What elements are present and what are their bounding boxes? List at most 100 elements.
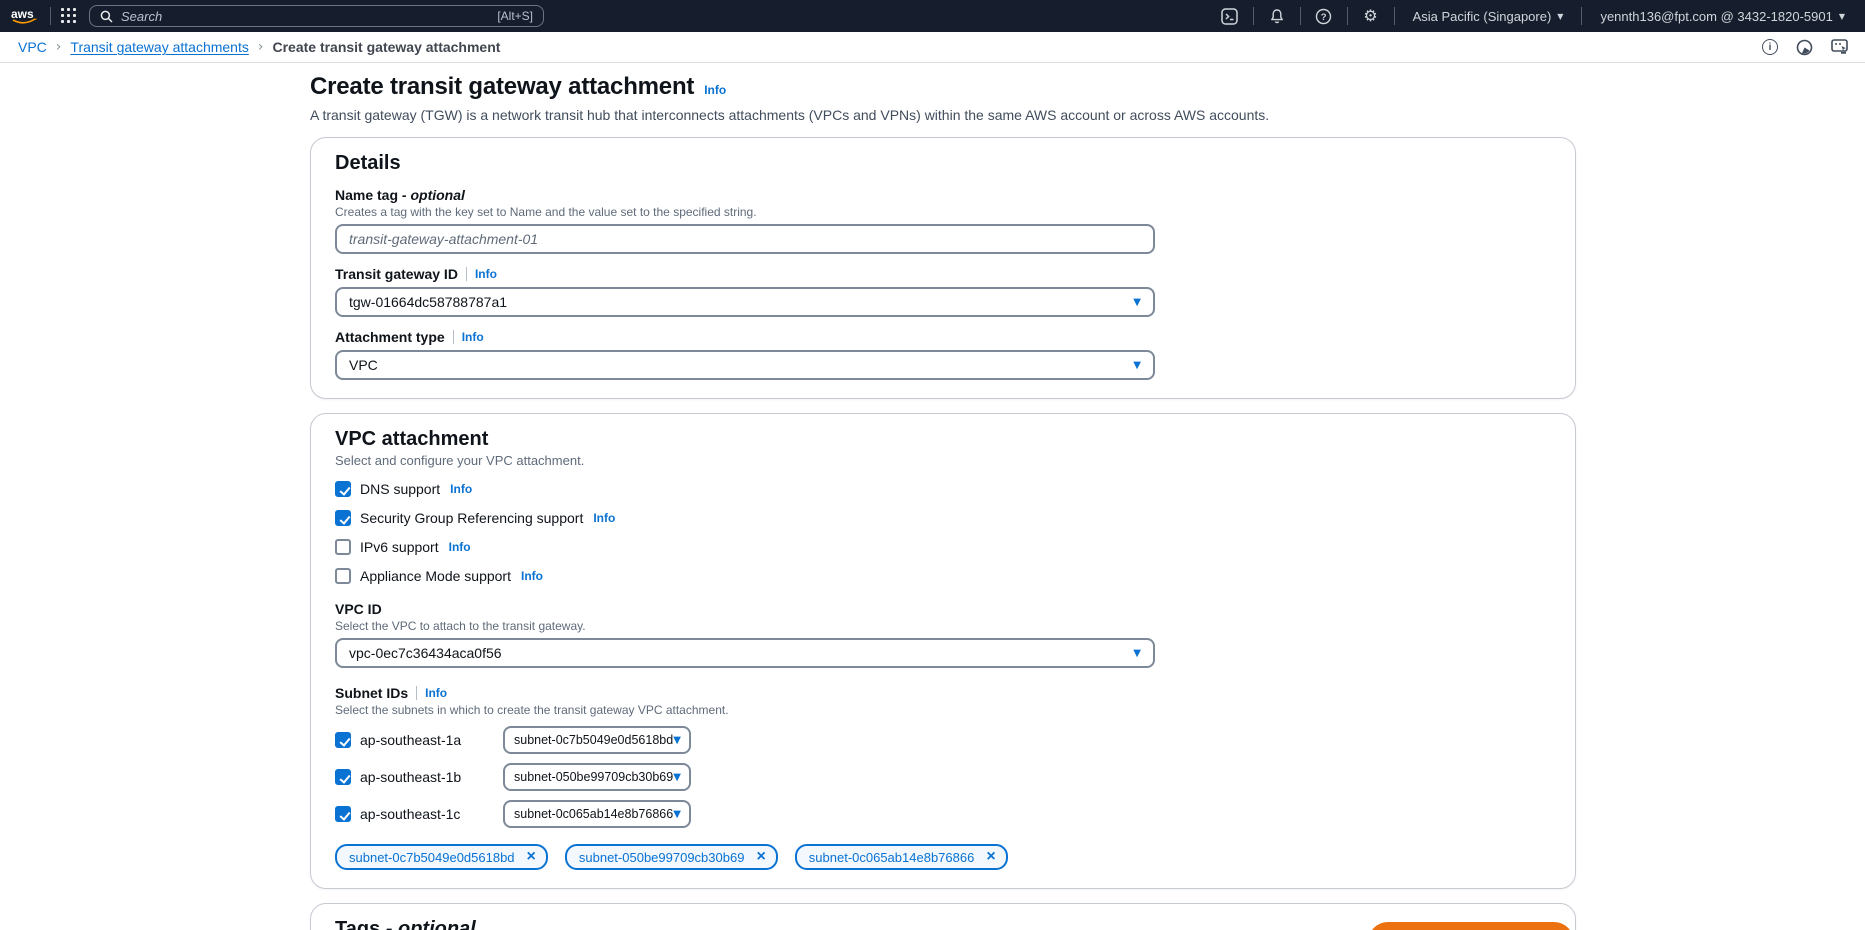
transit-gateway-id-group: Transit gateway ID Info tgw-01664dc58788… (335, 266, 1551, 317)
account-label: yennth136@fpt.com @ 3432-1820-5901 (1600, 9, 1832, 24)
vpc-id-label: VPC ID (335, 601, 382, 617)
divider (1581, 7, 1582, 25)
page-description: A transit gateway (TGW) is a network tra… (310, 107, 1576, 123)
subnet-ids-group: Subnet IDs Info Select the subnets in wh… (335, 685, 1551, 870)
appliance-mode-checkbox[interactable] (335, 568, 351, 584)
tags-heading: Tags - optional (335, 918, 1551, 930)
cloudshell-icon[interactable] (1217, 4, 1243, 28)
attachment-type-value: VPC (349, 357, 378, 373)
subnet-1c-value: subnet-0c065ab14e8b76866 (514, 807, 673, 821)
az-1b-label: ap-southeast-1b (360, 769, 503, 785)
info-circle-icon[interactable]: i (1762, 39, 1778, 55)
vpc-attachment-heading: VPC attachment (335, 428, 1551, 451)
divider (453, 330, 454, 344)
page-title: Create transit gateway attachment (310, 73, 694, 101)
vpc-attachment-card: VPC attachment Select and configure your… (310, 413, 1576, 889)
transit-gateway-id-info-link[interactable]: Info (475, 267, 497, 281)
remove-chip-icon[interactable]: × (986, 849, 995, 865)
subnet-1b-select[interactable]: subnet-050be99709cb30b69 ▼ (503, 763, 691, 791)
chevron-right-icon: › (56, 39, 62, 55)
subnet-chip-label: subnet-050be99709cb30b69 (579, 850, 745, 865)
attachment-type-label: Attachment type (335, 329, 445, 345)
az-1a-checkbox[interactable] (335, 732, 351, 748)
vpc-id-description: Select the VPC to attach to the transit … (335, 619, 1551, 633)
status-circle-icon[interactable] (1796, 39, 1813, 56)
notifications-bell-icon[interactable] (1264, 4, 1290, 28)
subnet-1a-value: subnet-0c7b5049e0d5618bd (514, 733, 673, 747)
subnet-row-1b: ap-southeast-1b subnet-050be99709cb30b69… (335, 763, 1551, 791)
az-1c-checkbox[interactable] (335, 806, 351, 822)
top-navigation-bar: aws [Alt+S] ? ⚙ Asia Pacific (S (0, 0, 1865, 32)
remove-chip-icon[interactable]: × (756, 849, 765, 865)
az-1b-checkbox[interactable] (335, 769, 351, 785)
aws-logo-icon: aws (10, 6, 40, 26)
name-tag-group: Name tag - optional Creates a tag with t… (335, 187, 1551, 254)
name-tag-label: Name tag - optional (335, 187, 465, 203)
chevron-down-icon: ▼ (1133, 297, 1141, 308)
subnet-chip-label: subnet-0c065ab14e8b76866 (809, 850, 975, 865)
ipv6-support-row: IPv6 support Info (335, 539, 1551, 555)
subnet-chip: subnet-0c7b5049e0d5618bd × (335, 844, 548, 870)
subnet-ids-label: Subnet IDs (335, 685, 408, 701)
services-grid-icon[interactable] (61, 8, 77, 24)
vpc-id-select[interactable]: vpc-0ec7c36434aca0f56 ▼ (335, 638, 1155, 668)
vpc-id-group: VPC ID Select the VPC to attach to the t… (335, 601, 1551, 668)
dns-support-checkbox[interactable] (335, 481, 351, 497)
sg-referencing-row: Security Group Referencing support Info (335, 510, 1551, 526)
dns-support-label: DNS support (360, 481, 440, 497)
help-icon[interactable]: ? (1311, 4, 1337, 28)
page-title-info-link[interactable]: Info (704, 83, 726, 97)
global-search[interactable]: [Alt+S] (89, 5, 544, 27)
ipv6-support-info-link[interactable]: Info (449, 540, 471, 554)
chevron-down-icon: ▼ (673, 735, 681, 746)
divider (1347, 7, 1348, 25)
appliance-mode-row: Appliance Mode support Info (335, 568, 1551, 584)
sg-referencing-checkbox[interactable] (335, 510, 351, 526)
sg-referencing-info-link[interactable]: Info (593, 511, 615, 525)
create-button[interactable] (1368, 922, 1574, 930)
transit-gateway-id-select[interactable]: tgw-01664dc58788787a1 ▼ (335, 287, 1155, 317)
search-input[interactable] (121, 9, 497, 24)
sg-referencing-label: Security Group Referencing support (360, 510, 583, 526)
dns-support-row: DNS support Info (335, 481, 1551, 497)
subnet-chip: subnet-050be99709cb30b69 × (565, 844, 778, 870)
subnet-ids-info-link[interactable]: Info (425, 686, 447, 700)
subnet-1c-select[interactable]: subnet-0c065ab14e8b76866 ▼ (503, 800, 691, 828)
breadcrumb-vpc[interactable]: VPC (18, 39, 47, 55)
ipv6-support-checkbox[interactable] (335, 539, 351, 555)
appliance-mode-info-link[interactable]: Info (521, 569, 543, 583)
account-menu[interactable]: yennth136@fpt.com @ 3432-1820-5901 ▼ (1592, 9, 1853, 24)
selected-subnets: subnet-0c7b5049e0d5618bd × subnet-050be9… (335, 844, 1551, 870)
divider (1394, 7, 1395, 25)
chevron-down-icon: ▼ (1133, 648, 1141, 659)
breadcrumb-bar: VPC › Transit gateway attachments › Crea… (0, 32, 1865, 63)
divider (1300, 7, 1301, 25)
aws-logo[interactable]: aws (10, 6, 40, 26)
attachment-type-info-link[interactable]: Info (462, 330, 484, 344)
details-heading: Details (335, 152, 1551, 175)
subnet-ids-description: Select the subnets in which to create th… (335, 703, 1551, 717)
region-selector[interactable]: Asia Pacific (Singapore) ▼ (1405, 9, 1572, 24)
subnet-1a-select[interactable]: subnet-0c7b5049e0d5618bd ▼ (503, 726, 691, 754)
details-card: Details Name tag - optional Creates a ta… (310, 137, 1576, 399)
subnet-row-1a: ap-southeast-1a subnet-0c7b5049e0d5618bd… (335, 726, 1551, 754)
divider (50, 7, 51, 25)
search-shortcut-hint: [Alt+S] (497, 9, 533, 23)
attachment-type-select[interactable]: VPC ▼ (335, 350, 1155, 380)
chevron-down-icon: ▼ (673, 809, 681, 820)
dns-support-info-link[interactable]: Info (450, 482, 472, 496)
remove-chip-icon[interactable]: × (527, 849, 536, 865)
transit-gateway-id-label: Transit gateway ID (335, 266, 458, 282)
chevron-down-icon: ▼ (673, 772, 681, 783)
breadcrumb-current-page: Create transit gateway attachment (272, 39, 500, 55)
appliance-mode-label: Appliance Mode support (360, 568, 511, 584)
breadcrumb-transit-gateway-attachments[interactable]: Transit gateway attachments (70, 39, 248, 55)
svg-text:?: ? (1321, 12, 1327, 23)
shortcuts-panel-icon[interactable] (1831, 39, 1849, 55)
chevron-down-icon: ▼ (1133, 360, 1141, 371)
name-tag-input[interactable] (335, 224, 1155, 254)
region-label: Asia Pacific (Singapore) (1413, 9, 1552, 24)
settings-gear-icon[interactable]: ⚙ (1358, 4, 1384, 28)
vpc-id-value: vpc-0ec7c36434aca0f56 (349, 645, 502, 661)
subnet-chip-label: subnet-0c7b5049e0d5618bd (349, 850, 515, 865)
